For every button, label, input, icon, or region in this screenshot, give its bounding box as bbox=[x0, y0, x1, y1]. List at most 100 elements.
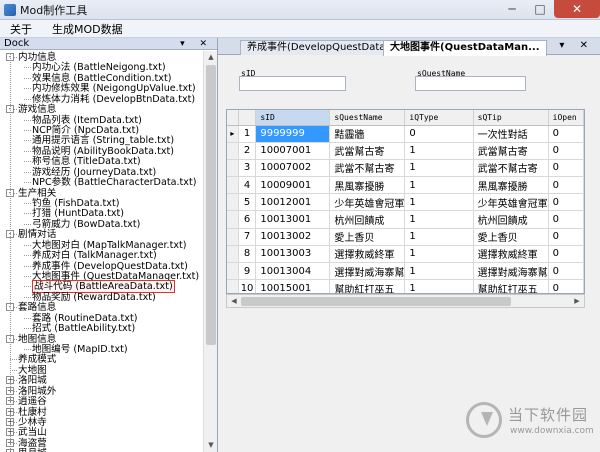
column-header[interactable] bbox=[238, 110, 257, 126]
table-cell[interactable]: 1 bbox=[404, 142, 474, 160]
file-tree[interactable]: 内功信息 - 内功心法 (BattleNeigong.txt) 效果信息 (Battl… bbox=[0, 51, 203, 452]
tree-item[interactable]: 战斗代码 (BattleAreaData.txt) bbox=[32, 280, 175, 294]
table-row[interactable]: 5 10012001 少年英雄會冠軍 1 少年英雄會冠軍 0 bbox=[227, 193, 584, 212]
tree-group[interactable]: 海盗营 bbox=[18, 438, 47, 449]
tree-item[interactable]: 内功修炼效果 (NeigongUpValue.txt) bbox=[32, 83, 196, 94]
table-cell[interactable]: 0 bbox=[548, 228, 584, 246]
table-cell[interactable]: 0 bbox=[548, 262, 584, 281]
table-cell[interactable]: 武當不幫古寄 bbox=[473, 159, 549, 178]
table-cell[interactable]: 10013003 bbox=[255, 245, 331, 264]
tree-group[interactable]: 剧情对话 bbox=[18, 229, 56, 240]
table-cell[interactable]: 黑風寨擾勝 bbox=[473, 176, 549, 195]
table-cell[interactable]: 10013001 bbox=[255, 210, 331, 229]
table-cell[interactable]: 選擇救威終軍 bbox=[329, 245, 406, 264]
tree-scrollbar[interactable]: ▲ ▼ bbox=[203, 51, 217, 452]
table-cell[interactable]: 黑風寨擾勝 bbox=[329, 176, 406, 195]
tree-item[interactable]: 招式 (BattleAbility.txt) bbox=[32, 323, 135, 334]
tree-item[interactable]: 通用提示语言 (String_table.txt) bbox=[32, 135, 174, 146]
table-row[interactable]: ▸ 1 9999999 黠霾牆 0 一次性對話 0 bbox=[227, 125, 584, 143]
tree-item[interactable]: 打猎 (HuntData.txt) bbox=[32, 208, 124, 219]
table-cell[interactable]: 0 bbox=[548, 142, 584, 160]
minimize-icon[interactable]: ─ bbox=[498, 0, 526, 18]
tree-group[interactable]: 游戏信息 bbox=[18, 104, 56, 115]
table-cell[interactable]: 杭州回饋成 bbox=[473, 210, 549, 229]
tree-group[interactable]: 杜康村 bbox=[18, 407, 47, 418]
tab-controls[interactable]: ▾ ✕ bbox=[559, 40, 594, 51]
table-cell[interactable]: 0 bbox=[548, 279, 584, 293]
table-row[interactable]: 3 10007002 武當不幫古寄 1 武當不幫古寄 0 bbox=[227, 159, 584, 178]
table-cell[interactable]: 10013004 bbox=[255, 262, 331, 281]
table-cell[interactable]: 黠霾牆 bbox=[329, 125, 406, 143]
table-cell[interactable]: 少年英雄會冠軍 bbox=[329, 193, 406, 212]
tree-group[interactable]: 洛阳城 bbox=[18, 375, 47, 386]
table-cell[interactable]: 0 bbox=[548, 193, 584, 212]
tree-group[interactable]: 养成模式 bbox=[18, 354, 56, 365]
table-row[interactable]: 9 10013004 選擇對威海寨幫 1 選擇對威海寨幫 0 bbox=[227, 262, 584, 281]
table-cell[interactable]: 10007002 bbox=[255, 159, 331, 178]
table-cell[interactable]: 選擇救威終軍 bbox=[473, 245, 549, 264]
table-cell[interactable]: 一次性對話 bbox=[473, 125, 549, 143]
scroll-up-icon[interactable]: ▲ bbox=[204, 51, 218, 64]
tree-group[interactable]: 套路信息 bbox=[18, 302, 56, 313]
table-cell[interactable]: 武當幫古寄 bbox=[473, 142, 549, 160]
scroll-right-icon[interactable]: ▶ bbox=[570, 295, 584, 307]
tree-item[interactable]: 称号信息 (TitleData.txt) bbox=[32, 156, 141, 167]
table-cell[interactable]: 1 bbox=[404, 193, 474, 212]
grid-hscrollbar[interactable]: ◀ ▶ bbox=[226, 294, 585, 308]
tree-item[interactable]: 修炼体力消耗 (DevelopBtnData.txt) bbox=[32, 94, 195, 105]
column-header[interactable]: iOpen bbox=[548, 110, 584, 126]
tree-group[interactable]: 逍遥谷 bbox=[18, 396, 47, 407]
table-cell[interactable]: 1 bbox=[404, 245, 474, 264]
close-icon[interactable]: ✕ bbox=[554, 0, 600, 18]
squestname-input[interactable] bbox=[415, 76, 526, 91]
table-cell[interactable]: 0 bbox=[548, 210, 584, 229]
tree-item[interactable]: NPC参数 (BattleCharacterData.txt) bbox=[32, 177, 196, 188]
menu-generate-mod[interactable]: 生成MOD数据 bbox=[42, 21, 133, 37]
table-cell[interactable]: 10012001 bbox=[255, 193, 331, 212]
column-header[interactable]: sQTip bbox=[473, 110, 549, 126]
table-row[interactable]: 8 10013003 選擇救威終軍 1 選擇救威終軍 0 bbox=[227, 245, 584, 264]
tree-group[interactable]: 思月城 bbox=[18, 448, 47, 452]
table-row[interactable]: 2 10007001 武當幫古寄 1 武當幫古寄 0 bbox=[227, 142, 584, 160]
tree-item[interactable]: 内功心法 (BattleNeigong.txt) bbox=[32, 62, 166, 73]
table-cell[interactable]: 1 bbox=[404, 228, 474, 246]
scroll-down-icon[interactable]: ▼ bbox=[204, 439, 218, 452]
table-cell[interactable]: 1 bbox=[404, 279, 474, 293]
hscroll-thumb[interactable] bbox=[241, 297, 511, 306]
table-cell[interactable]: 少年英雄會冠軍 bbox=[473, 193, 549, 212]
table-cell[interactable]: 1 bbox=[404, 159, 474, 178]
table-cell[interactable]: 選擇對威海寨幫 bbox=[473, 262, 549, 281]
table-cell[interactable]: 0 bbox=[548, 176, 584, 195]
menu-about[interactable]: 关于 bbox=[0, 21, 42, 37]
tree-group[interactable]: 地图信息 bbox=[18, 334, 56, 345]
table-cell[interactable]: 10015001 bbox=[255, 279, 331, 293]
column-header[interactable]: sID bbox=[255, 110, 331, 126]
table-cell[interactable]: 0 bbox=[548, 159, 584, 178]
table-cell[interactable]: 1 bbox=[404, 176, 474, 195]
maximize-icon[interactable]: □ bbox=[526, 0, 554, 18]
table-cell[interactable]: 0 bbox=[404, 125, 474, 143]
table-cell[interactable]: 10013002 bbox=[255, 228, 331, 246]
table-row[interactable]: 6 10013001 杭州回饋成 1 杭州回饋成 0 bbox=[227, 210, 584, 229]
table-row[interactable]: 4 10009001 黑風寨擾勝 1 黑風寨擾勝 0 bbox=[227, 176, 584, 195]
table-cell[interactable]: 武當不幫古寄 bbox=[329, 159, 406, 178]
table-cell[interactable]: 愛上香贝 bbox=[329, 228, 406, 246]
table-row[interactable]: 10 10015001 幫助紅打巫五 1 幫助紅打巫五 0 bbox=[227, 279, 584, 293]
table-cell[interactable]: 幫助紅打巫五 bbox=[329, 279, 406, 293]
tree-group[interactable]: 生产相关 bbox=[18, 188, 56, 199]
sid-input[interactable] bbox=[239, 76, 346, 91]
table-cell[interactable]: 杭州回饋成 bbox=[329, 210, 406, 229]
table-cell[interactable]: 武當幫古寄 bbox=[329, 142, 406, 160]
column-header[interactable]: iQType bbox=[404, 110, 474, 126]
tree-group[interactable]: 武当山 bbox=[18, 427, 47, 438]
table-cell[interactable]: 愛上香贝 bbox=[473, 228, 549, 246]
table-row[interactable]: 7 10013002 愛上香贝 1 愛上香贝 0 bbox=[227, 228, 584, 246]
dock-controls[interactable]: ▾ ✕ bbox=[180, 38, 213, 50]
column-header[interactable] bbox=[227, 110, 239, 126]
tree-item[interactable]: 物品列表 (ItemData.txt) bbox=[32, 115, 142, 126]
tree-item[interactable]: 养成对白 (TalkManager.txt) bbox=[32, 250, 157, 261]
column-header[interactable]: sQuestName bbox=[329, 110, 406, 126]
table-cell[interactable]: 0 bbox=[548, 125, 584, 143]
table-cell[interactable]: 1 bbox=[404, 262, 474, 281]
tree-item[interactable]: 养成事件 (DevelopQuestData.txt) bbox=[32, 261, 188, 272]
